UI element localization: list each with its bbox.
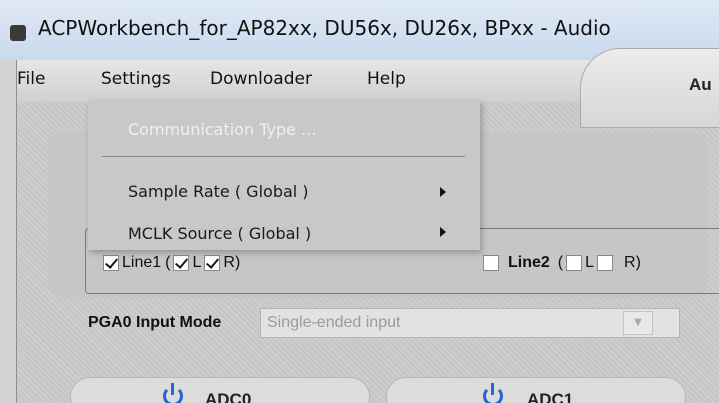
line1-right-checkbox[interactable] bbox=[204, 255, 221, 271]
menu-item-mclk-source[interactable]: MCLK Source ( Global ) bbox=[128, 224, 311, 243]
settings-dropdown-menu: Communication Type ... Sample Rate ( Glo… bbox=[88, 100, 480, 250]
line2-right-label: R bbox=[624, 254, 636, 271]
submenu-arrow-icon bbox=[440, 187, 446, 197]
line2-right-checkbox[interactable] bbox=[597, 255, 614, 271]
audio-panel-label: Au bbox=[689, 75, 712, 94]
menu-file[interactable]: File bbox=[17, 69, 45, 89]
line1-checkbox[interactable] bbox=[103, 255, 119, 271]
power-icon bbox=[163, 383, 183, 403]
menu-downloader[interactable]: Downloader bbox=[210, 69, 312, 89]
tab-adc1-label: ADC1 bbox=[527, 390, 574, 403]
tab-adc0-label: ADC0 bbox=[205, 390, 252, 403]
line1-left-label: L bbox=[192, 254, 202, 271]
tab-adc0[interactable]: ADC0 bbox=[70, 377, 370, 403]
line2-left-label: L bbox=[585, 254, 595, 271]
audio-panel-header: Au bbox=[580, 48, 719, 128]
line2-close-paren: ) bbox=[635, 254, 641, 271]
submenu-arrow-icon bbox=[440, 227, 446, 237]
app-icon bbox=[10, 25, 26, 41]
pga0-input-mode-select[interactable]: Single-ended input ▼ bbox=[260, 308, 680, 338]
line2-row: Line2 ( L R ) bbox=[480, 254, 641, 272]
pga0-input-mode-label: PGA0 Input Mode bbox=[88, 314, 222, 331]
line2-checkbox[interactable] bbox=[483, 255, 499, 271]
line1-left-checkbox[interactable] bbox=[173, 255, 190, 271]
line1-right-label: R bbox=[223, 254, 235, 271]
line2-label: Line2 bbox=[508, 254, 550, 271]
line1-open-paren: ( bbox=[165, 254, 171, 271]
menu-item-communication-type[interactable]: Communication Type ... bbox=[128, 120, 316, 139]
tab-adc1[interactable]: ADC1 bbox=[386, 377, 686, 403]
pga0-input-mode-value: Single-ended input bbox=[267, 314, 401, 331]
power-icon bbox=[483, 383, 503, 403]
line1-close-paren: ) bbox=[234, 254, 241, 271]
line2-left-checkbox[interactable] bbox=[566, 255, 583, 271]
line1-row: Line1 ( L R ) bbox=[100, 254, 240, 272]
menu-settings[interactable]: Settings bbox=[101, 69, 171, 89]
dropdown-arrow-icon[interactable]: ▼ bbox=[623, 311, 653, 335]
window-title: ACPWorkbench_for_AP82xx, DU56x, DU26x, B… bbox=[38, 16, 611, 40]
line1-label: Line1 bbox=[122, 254, 162, 271]
menu-item-sample-rate[interactable]: Sample Rate ( Global ) bbox=[128, 182, 309, 201]
line2-open-paren: ( bbox=[557, 254, 564, 271]
menu-separator bbox=[102, 156, 465, 157]
menu-help[interactable]: Help bbox=[367, 69, 406, 89]
